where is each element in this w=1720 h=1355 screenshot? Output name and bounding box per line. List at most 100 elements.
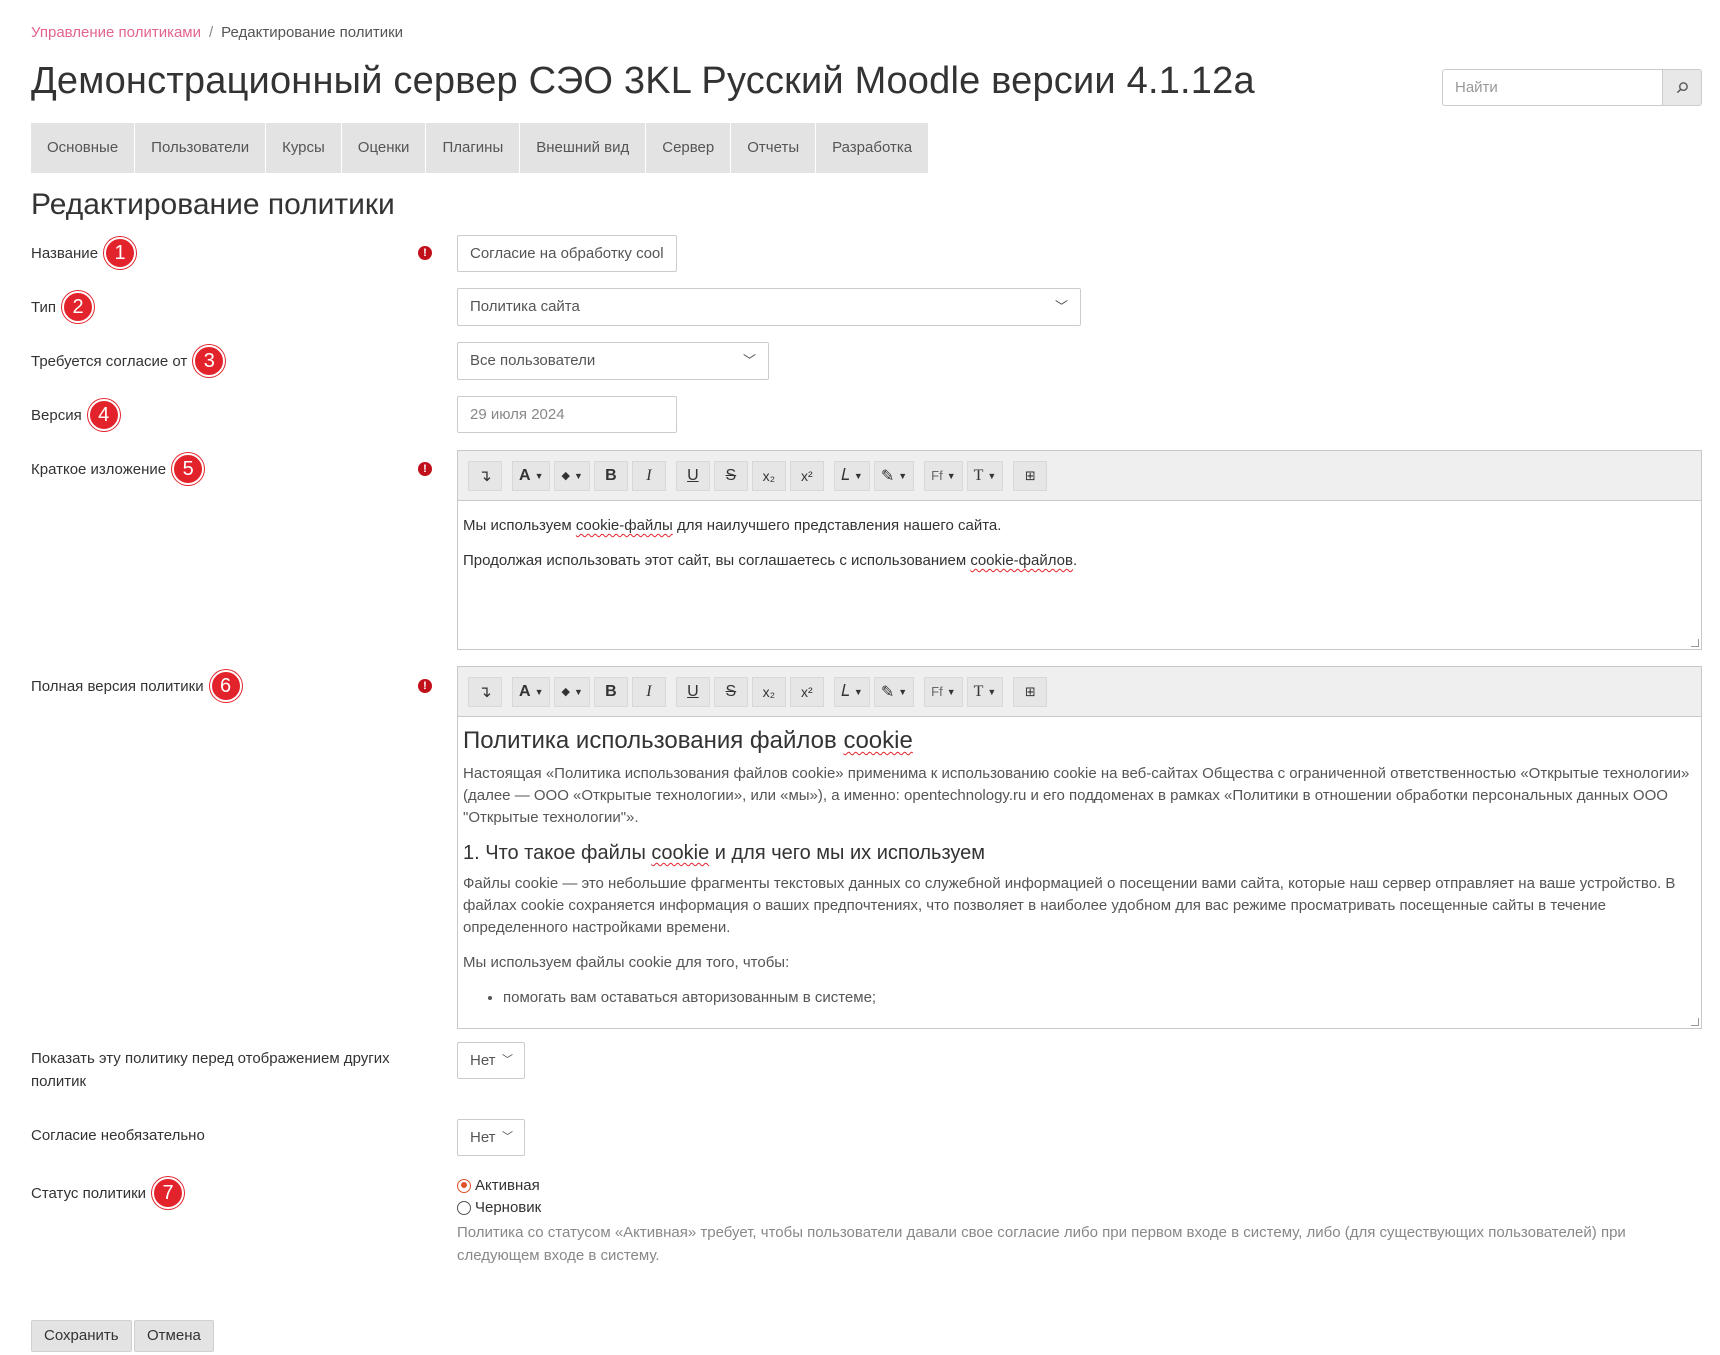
nav-tab-general[interactable]: Основные <box>31 123 136 173</box>
toolbar-underline-button[interactable]: U <box>675 460 710 491</box>
toolbar-italic-button[interactable]: I <box>631 460 666 491</box>
summary-label-text: Краткое изложение <box>31 460 167 478</box>
breadcrumb-link-policies[interactable]: Управление политиками <box>31 24 201 41</box>
toolbar-superscript-button[interactable]: x² <box>789 676 824 707</box>
toolbar-styles-button[interactable]: 𝐿 ▼ <box>833 676 870 707</box>
underline-icon: U <box>687 466 699 484</box>
toolbar-font-family-button[interactable]: Ff ▼ <box>924 460 963 491</box>
font-color-icon: A <box>519 682 531 700</box>
status-option-active[interactable]: Активная <box>457 1177 540 1194</box>
nav-tab-server[interactable]: Сервер <box>646 123 732 173</box>
show-first-select[interactable]: Нет ﹀ <box>457 1042 525 1079</box>
full-policy-editor-content[interactable]: Политика использования файлов cookie Нас… <box>458 717 1701 1028</box>
chevron-down-icon: ﹀ <box>1054 299 1068 314</box>
radio-checked-icon[interactable] <box>457 1178 471 1193</box>
editor-toolbar: ↴ A ▼ ◆ ▼ B I U S x₂ x² 𝐿 ▼ ✎ ▼ Ff ▼ T ▼ ⊞ <box>458 451 1701 501</box>
search-button[interactable] <box>1662 69 1702 106</box>
toolbar-more-button[interactable]: ⊞ <box>1013 460 1048 491</box>
required-icon: ! <box>418 462 432 476</box>
required-icon: ! <box>418 246 432 260</box>
caret-icon: ▼ <box>898 686 908 697</box>
full-policy-label-text: Полная версия политики <box>31 677 204 695</box>
status-option-draft-label: Черновик <box>475 1199 542 1216</box>
optional-label-text: Согласие необязательно <box>31 1127 205 1144</box>
cancel-button[interactable]: Отмена <box>134 1320 214 1352</box>
caret-icon: ▼ <box>573 470 583 481</box>
editor-toolbar: ↴ A ▼ ◆ ▼ B I U S x₂ x² 𝐿 ▼ ✎ ▼ Ff ▼ T ▼ ⊞ <box>458 667 1701 717</box>
toolbar-more-button[interactable]: ⊞ <box>1013 676 1048 707</box>
save-button[interactable]: Сохранить <box>31 1320 132 1352</box>
version-input[interactable]: 29 июля 2024 <box>457 396 677 433</box>
optional-label: Согласие необязательно <box>31 1127 205 1144</box>
toolbar-subscript-button[interactable]: x₂ <box>751 460 786 491</box>
toolbar-font-color-button[interactable]: A ▼ <box>512 676 551 707</box>
resize-handle[interactable] <box>1691 639 1699 647</box>
font-size-icon: T <box>973 466 984 484</box>
toolbar-styles-button[interactable]: 𝐿 ▼ <box>833 460 870 491</box>
more-icon: ⊞ <box>1024 683 1036 699</box>
resize-handle[interactable] <box>1691 1018 1699 1026</box>
nav-tab-courses[interactable]: Курсы <box>266 123 342 173</box>
audience-select[interactable]: Все пользователи ﹀ <box>457 342 769 380</box>
caret-icon: ▼ <box>946 686 956 697</box>
toolbar-font-size-button[interactable]: T ▼ <box>966 676 1004 707</box>
bold-icon: B <box>605 682 617 700</box>
toolbar-collapse-button[interactable]: ↴ <box>468 676 502 707</box>
superscript-icon: x² <box>801 467 813 484</box>
text-run: . <box>1072 552 1078 569</box>
policy-intro: Настоящая «Политика использования файлов… <box>463 765 1690 826</box>
summary-paragraph-1: Мы используем cookie-файлы для наилучшег… <box>463 515 1696 537</box>
bold-icon: B <box>605 466 617 484</box>
toolbar-font-color-button[interactable]: A ▼ <box>512 460 551 491</box>
summary-editor-content[interactable]: Мы используем cookie-файлы для наилучшег… <box>458 501 1701 649</box>
name-input[interactable]: Согласие на обработку cool <box>457 235 677 272</box>
toolbar-strikethrough-button[interactable]: S <box>713 676 748 707</box>
nav-tab-users[interactable]: Пользователи <box>135 123 267 173</box>
text-run: Мы используем <box>463 517 576 534</box>
nav-tab-appearance[interactable]: Внешний вид <box>520 123 647 173</box>
nav-tab-plugins[interactable]: Плагины <box>426 123 521 173</box>
toolbar-italic-button[interactable]: I <box>631 676 666 707</box>
audience-label-text: Требуется согласие от <box>31 352 188 370</box>
toolbar-font-family-button[interactable]: Ff ▼ <box>924 676 963 707</box>
nav-tab-development[interactable]: Разработка <box>816 123 928 173</box>
annotation-badge-2: 2 <box>62 291 95 323</box>
annotation-badge-3: 3 <box>193 345 226 377</box>
toolbar-font-size-button[interactable]: T ▼ <box>966 460 1004 491</box>
search-box <box>1442 69 1702 106</box>
status-label: Статус политики 7 <box>31 1177 185 1209</box>
toolbar-brush-button[interactable]: ✎ ▼ <box>873 676 915 707</box>
caret-icon: ▼ <box>987 470 997 481</box>
text-run: Продолжая использовать этот сайт, вы сог… <box>463 552 971 569</box>
nav-tab-reports[interactable]: Отчеты <box>731 123 817 173</box>
policy-section-heading: 1. Что такое файлы cookie и для чего мы … <box>463 842 1696 865</box>
optional-select[interactable]: Нет ﹀ <box>457 1119 525 1156</box>
text-run: и для чего мы их используем <box>709 842 986 864</box>
full-policy-label: Полная версия политики 6 <box>31 670 242 702</box>
toolbar-underline-button[interactable]: U <box>675 676 710 707</box>
italic-icon: I <box>646 682 652 700</box>
toolbar-superscript-button[interactable]: x² <box>789 460 824 491</box>
strikethrough-icon: S <box>725 682 737 700</box>
chevron-down-icon: ﹀ <box>502 1054 513 1066</box>
show-first-label: Показать эту политику перед отображением… <box>31 1050 390 1090</box>
toolbar-brush-button[interactable]: ✎ ▼ <box>873 460 915 491</box>
search-input[interactable] <box>1442 69 1662 106</box>
toolbar-collapse-button[interactable]: ↴ <box>468 460 502 491</box>
toolbar-background-color-button[interactable]: ◆ ▼ <box>554 460 590 491</box>
status-option-draft[interactable]: Черновик <box>457 1199 541 1216</box>
toolbar-subscript-button[interactable]: x₂ <box>751 676 786 707</box>
toolbar-bold-button[interactable]: B <box>593 676 628 707</box>
annotation-badge-4: 4 <box>87 399 120 431</box>
toolbar-strikethrough-button[interactable]: S <box>713 460 748 491</box>
toolbar-background-color-button[interactable]: ◆ ▼ <box>554 676 590 707</box>
policy-list: помогать вам оставаться авторизованным в… <box>463 987 1696 1009</box>
type-select[interactable]: Политика сайта ﹀ <box>457 288 1081 326</box>
radio-unchecked-icon[interactable] <box>457 1200 471 1215</box>
nav-tab-grades[interactable]: Оценки <box>342 123 427 173</box>
annotation-badge-6: 6 <box>209 670 242 702</box>
toolbar-bold-button[interactable]: B <box>593 460 628 491</box>
superscript-icon: x² <box>801 683 813 700</box>
more-icon: ⊞ <box>1024 467 1036 483</box>
caret-icon: ▼ <box>853 686 863 697</box>
